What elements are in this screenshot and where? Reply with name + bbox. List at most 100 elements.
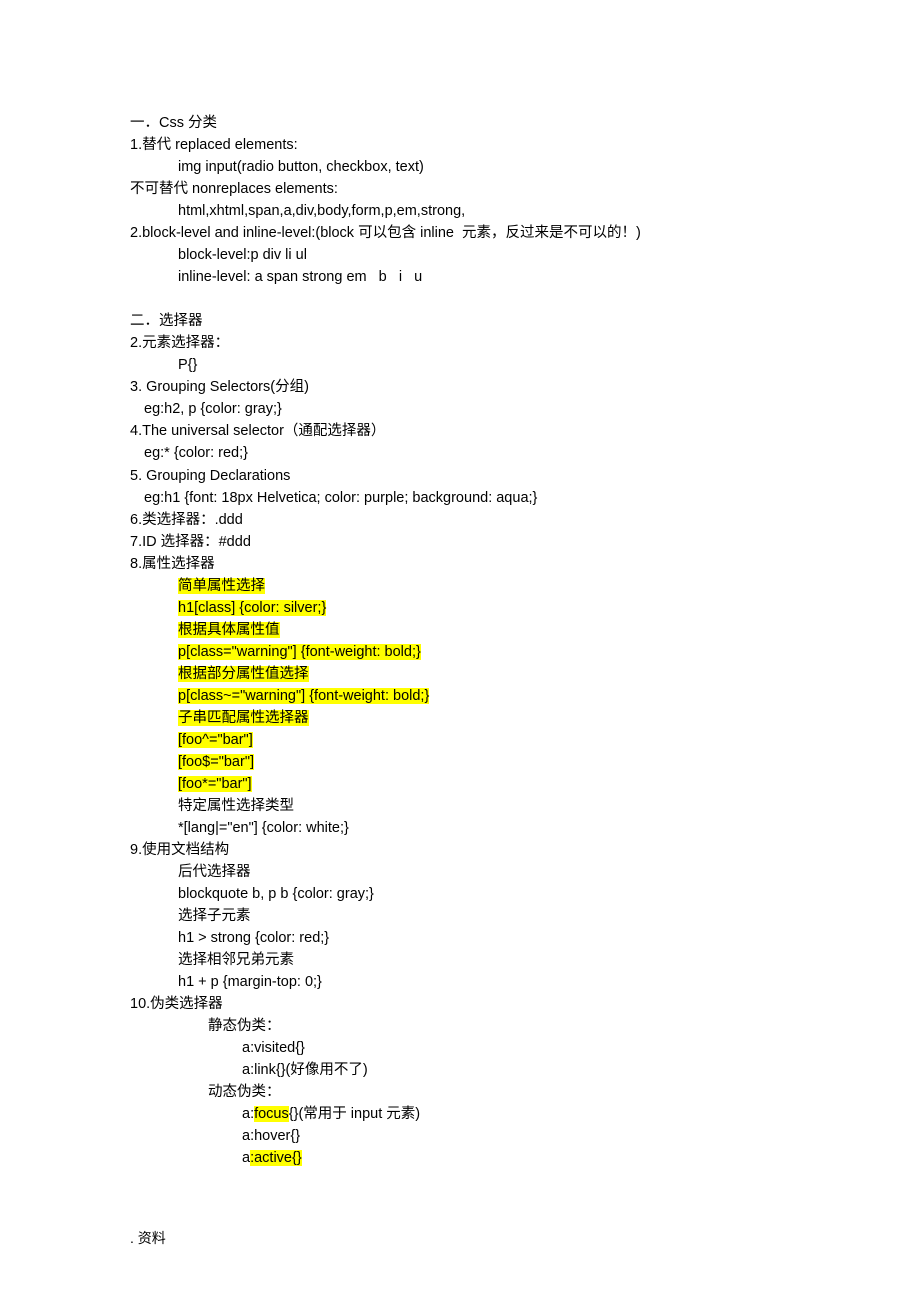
highlighted-text: focus bbox=[254, 1106, 289, 1122]
highlighted-text: 根据部分属性值选择 bbox=[178, 666, 309, 682]
text-line: a:hover{} bbox=[130, 1125, 800, 1147]
text-run: P{} bbox=[178, 357, 197, 373]
text-line: p[class~="warning"] {font-weight: bold;} bbox=[130, 685, 800, 707]
highlighted-text: [foo*="bar"] bbox=[178, 776, 252, 792]
text-line: img input(radio button, checkbox, text) bbox=[130, 156, 800, 178]
text-run: 动态伪类： bbox=[208, 1084, 281, 1100]
text-line: 根据具体属性值 bbox=[130, 619, 800, 641]
text-line: html,xhtml,span,a,div,body,form,p,em,str… bbox=[130, 200, 800, 222]
footer-text: . 资料 bbox=[130, 1228, 800, 1249]
highlighted-text: [foo$="bar"] bbox=[178, 754, 254, 770]
text-run: 9.使用文档结构 bbox=[130, 842, 229, 858]
text-run: html,xhtml,span,a,div,body,form,p,em,str… bbox=[178, 203, 465, 219]
text-run: 7.ID 选择器：#ddd bbox=[130, 534, 251, 550]
text-line: 根据部分属性值选择 bbox=[130, 663, 800, 685]
text-run bbox=[130, 291, 134, 307]
text-line: 10.伪类选择器 bbox=[130, 993, 800, 1015]
text-line: a:link{}(好像用不了) bbox=[130, 1059, 800, 1081]
text-run: 5. Grouping Declarations bbox=[130, 468, 290, 484]
text-line: h1 + p {margin-top: 0;} bbox=[130, 971, 800, 993]
text-line: 后代选择器 bbox=[130, 861, 800, 883]
text-line: p[class="warning"] {font-weight: bold;} bbox=[130, 641, 800, 663]
text-run: 不可替代 nonreplaces elements: bbox=[130, 181, 338, 197]
text-line: 9.使用文档结构 bbox=[130, 839, 800, 861]
text-run: a: bbox=[242, 1106, 254, 1122]
text-run: 1.替代 replaced elements: bbox=[130, 137, 298, 153]
text-run: 特定属性选择类型 bbox=[178, 798, 294, 814]
text-run: a:link{}(好像用不了) bbox=[242, 1062, 368, 1078]
text-line: block-level:p div li ul bbox=[130, 244, 800, 266]
text-line: 不可替代 nonreplaces elements: bbox=[130, 178, 800, 200]
document-content: 一．Css 分类 1.替代 replaced elements: img input… bbox=[130, 112, 800, 1170]
text-line: [foo*="bar"] bbox=[130, 773, 800, 795]
text-line: 选择相邻兄弟元素 bbox=[130, 949, 800, 971]
text-run: 选择子元素 bbox=[178, 908, 251, 924]
text-line: 静态伪类： bbox=[130, 1015, 800, 1037]
highlighted-text: :active{} bbox=[250, 1150, 302, 1166]
text-run: 6.类选择器：.ddd bbox=[130, 512, 243, 528]
highlighted-text: 根据具体属性值 bbox=[178, 622, 280, 638]
text-line: 3. Grouping Selectors(分组) bbox=[130, 376, 800, 398]
text-line: 8.属性选择器 bbox=[130, 553, 800, 575]
highlighted-text: 子串匹配属性选择器 bbox=[178, 710, 309, 726]
text-line bbox=[130, 288, 800, 310]
text-run: {}(常用于 input 元素) bbox=[289, 1106, 420, 1122]
text-line: 子串匹配属性选择器 bbox=[130, 707, 800, 729]
text-run: 选择相邻兄弟元素 bbox=[178, 952, 294, 968]
text-line: h1 > strong {color: red;} bbox=[130, 927, 800, 949]
text-run: 8.属性选择器 bbox=[130, 556, 215, 572]
text-line: a:visited{} bbox=[130, 1037, 800, 1059]
text-line: 选择子元素 bbox=[130, 905, 800, 927]
text-line: a:focus{}(常用于 input 元素) bbox=[130, 1103, 800, 1125]
text-line: blockquote b, p b {color: gray;} bbox=[130, 883, 800, 905]
text-run: 4.The universal selector（通配选择器） bbox=[130, 423, 385, 439]
text-run: 2.元素选择器： bbox=[130, 335, 229, 351]
text-line: eg:h1 {font: 18px Helvetica; color: purp… bbox=[130, 487, 800, 509]
highlighted-text: 简单属性选择 bbox=[178, 578, 265, 594]
text-run: eg:h2, p {color: gray;} bbox=[144, 401, 282, 417]
text-run: blockquote b, p b {color: gray;} bbox=[178, 886, 374, 902]
text-run: 静态伪类： bbox=[208, 1018, 281, 1034]
text-run: 2.block-level and inline-level:(block 可以… bbox=[130, 225, 641, 241]
text-line: 简单属性选择 bbox=[130, 575, 800, 597]
text-line: P{} bbox=[130, 354, 800, 376]
text-line: [foo^="bar"] bbox=[130, 729, 800, 751]
text-run: h1 > strong {color: red;} bbox=[178, 930, 329, 946]
text-run: inline-level: a span strong em b i u bbox=[178, 269, 422, 285]
text-line: eg:h2, p {color: gray;} bbox=[130, 398, 800, 420]
text-line: 动态伪类： bbox=[130, 1081, 800, 1103]
text-line: 6.类选择器：.ddd bbox=[130, 509, 800, 531]
text-run: a bbox=[242, 1150, 250, 1166]
text-run: eg:* {color: red;} bbox=[144, 445, 248, 461]
highlighted-text: p[class="warning"] {font-weight: bold;} bbox=[178, 644, 421, 660]
text-run: 后代选择器 bbox=[178, 864, 251, 880]
text-run: 一．Css 分类 bbox=[130, 115, 217, 131]
text-line: 5. Grouping Declarations bbox=[130, 465, 800, 487]
text-run: a:visited{} bbox=[242, 1040, 305, 1056]
text-run: block-level:p div li ul bbox=[178, 247, 307, 263]
text-run: h1 + p {margin-top: 0;} bbox=[178, 974, 322, 990]
text-run: 10.伪类选择器 bbox=[130, 996, 223, 1012]
text-line: 7.ID 选择器：#ddd bbox=[130, 531, 800, 553]
document-page: 一．Css 分类 1.替代 replaced elements: img input… bbox=[0, 0, 920, 1309]
highlighted-text: p[class~="warning"] {font-weight: bold;} bbox=[178, 688, 429, 704]
text-line: 2.元素选择器： bbox=[130, 332, 800, 354]
text-line: 一．Css 分类 bbox=[130, 112, 800, 134]
text-line: 特定属性选择类型 bbox=[130, 795, 800, 817]
highlighted-text: h1[class] {color: silver;} bbox=[178, 600, 326, 616]
text-run: *[lang|="en"] {color: white;} bbox=[178, 820, 349, 836]
text-line: 2.block-level and inline-level:(block 可以… bbox=[130, 222, 800, 244]
highlighted-text: [foo^="bar"] bbox=[178, 732, 253, 748]
text-line: a:active{} bbox=[130, 1147, 800, 1169]
text-run: 3. Grouping Selectors(分组) bbox=[130, 379, 309, 395]
text-line: eg:* {color: red;} bbox=[130, 442, 800, 464]
text-line: 二．选择器 bbox=[130, 310, 800, 332]
text-line: 4.The universal selector（通配选择器） bbox=[130, 420, 800, 442]
text-run: img input(radio button, checkbox, text) bbox=[178, 159, 424, 175]
text-line: *[lang|="en"] {color: white;} bbox=[130, 817, 800, 839]
text-line: inline-level: a span strong em b i u bbox=[130, 266, 800, 288]
text-line: [foo$="bar"] bbox=[130, 751, 800, 773]
text-line: 1.替代 replaced elements: bbox=[130, 134, 800, 156]
text-line: h1[class] {color: silver;} bbox=[130, 597, 800, 619]
text-run: a:hover{} bbox=[242, 1128, 300, 1144]
